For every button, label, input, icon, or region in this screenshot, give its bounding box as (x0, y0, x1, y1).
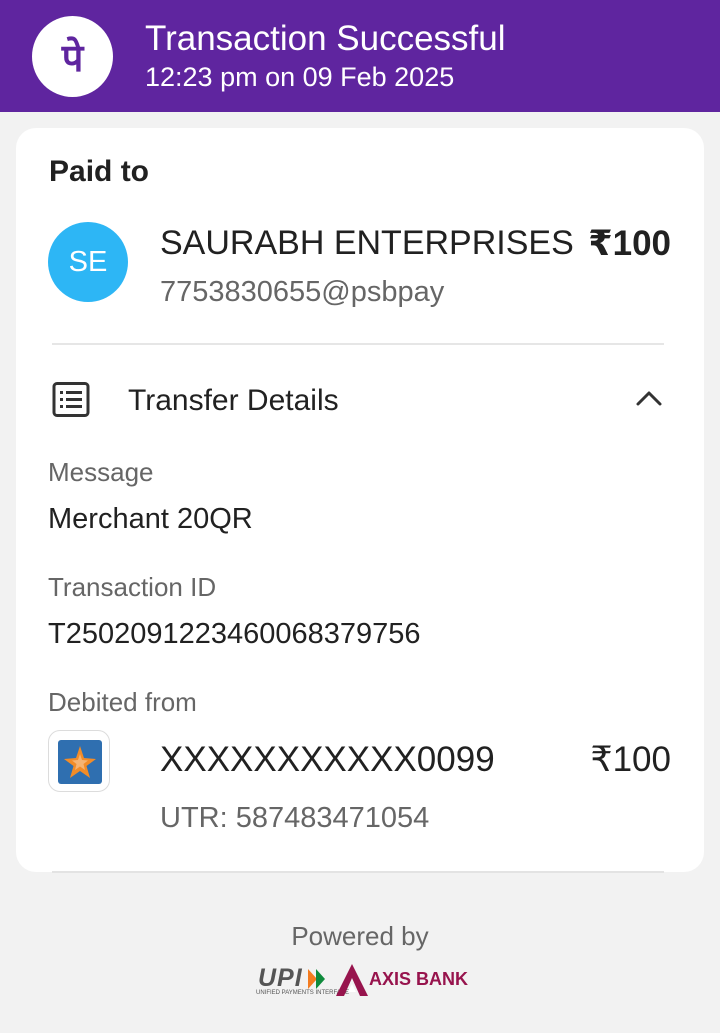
page-title: Transaction Successful (145, 19, 506, 58)
chevron-up-icon[interactable] (632, 385, 666, 411)
payee-avatar: SE (48, 222, 128, 302)
axis-bank-logo-icon (336, 964, 368, 996)
transaction-id-label: Transaction ID (48, 572, 217, 602)
transaction-timestamp: 12:23 pm on 09 Feb 2025 (145, 62, 455, 92)
debited-from-label: Debited from (48, 687, 197, 717)
phonepe-logo-icon: पे (32, 16, 113, 97)
svg-text:पे: पे (61, 36, 85, 80)
upi-logo: UPI (258, 964, 303, 992)
utr-number[interactable]: UTR: 587483471054 (160, 802, 429, 835)
list-details-icon (52, 382, 92, 418)
axis-bank-label: AXIS BANK (369, 969, 469, 989)
status-header: पे Transaction Successful 12:23 pm on 09… (0, 0, 720, 112)
message-value: Merchant 20QR (48, 503, 253, 535)
transaction-id-value[interactable]: T2502091223460068379756 (48, 618, 421, 651)
bank-star-logo-icon (48, 730, 110, 792)
divider (52, 343, 664, 345)
payee-vpa: 7753830655@psbpay (160, 276, 445, 308)
payee-name: SAURABH ENTERPRISES (160, 224, 574, 262)
payee-amount: ₹100 (588, 224, 671, 263)
transfer-details-toggle[interactable]: Transfer Details (128, 384, 339, 418)
debited-amount: ₹100 (590, 740, 671, 779)
message-label: Message (48, 457, 154, 487)
paid-to-label: Paid to (49, 155, 150, 188)
powered-by-label: Powered by (291, 921, 429, 951)
footer-divider (52, 871, 664, 873)
upi-arrows-icon (308, 969, 325, 989)
debited-account-number: XXXXXXXXXXX0099 (160, 740, 495, 779)
transaction-card: Paid to SE SAURABH ENTERPRISES ₹100 7753… (16, 128, 704, 872)
